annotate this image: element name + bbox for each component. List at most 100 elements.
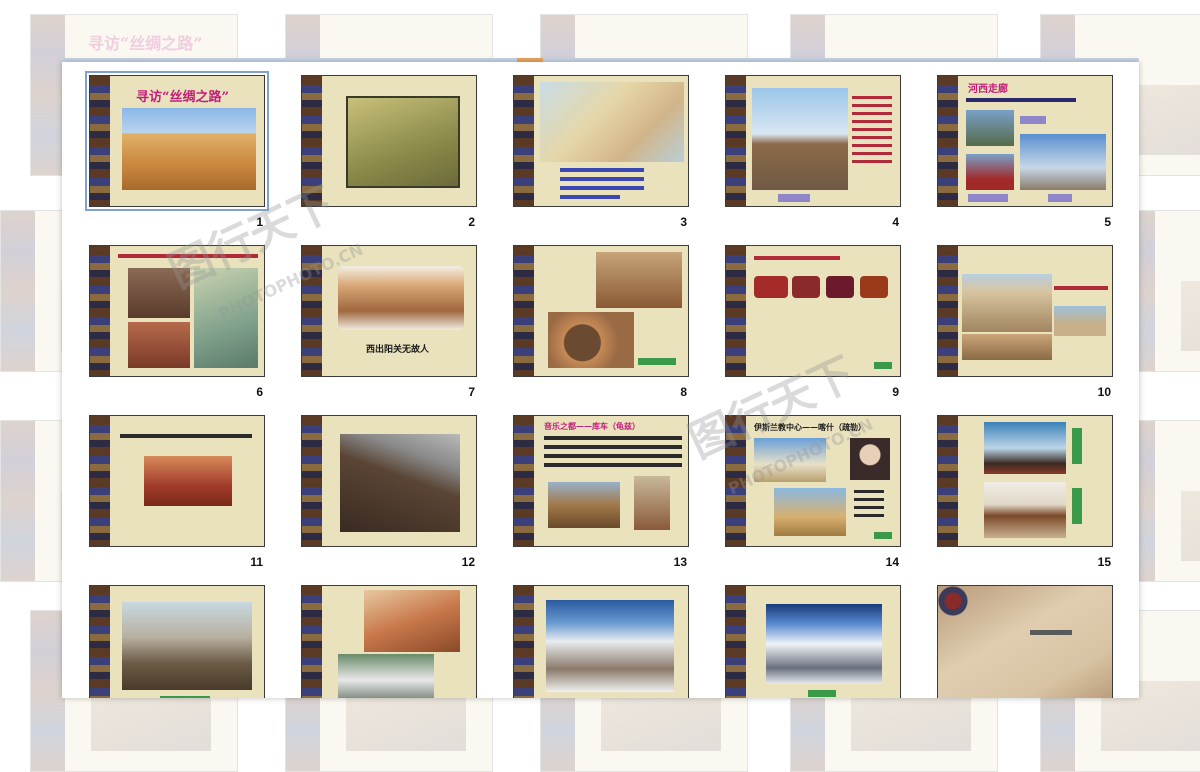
text-line bbox=[118, 254, 258, 258]
slide-number: 9 bbox=[892, 385, 899, 399]
slide-thumbnail-15[interactable]: 15 bbox=[937, 415, 1127, 585]
slide-number: 7 bbox=[468, 385, 475, 399]
text-line bbox=[544, 445, 682, 449]
ornamental-border bbox=[90, 416, 110, 546]
slide-number: 12 bbox=[461, 555, 475, 569]
ornamental-border bbox=[302, 416, 322, 546]
caption-tag bbox=[874, 532, 892, 539]
slide-thumbnail-3[interactable]: 3 bbox=[513, 75, 703, 245]
mosque-photo bbox=[754, 438, 826, 482]
slide-number: 4 bbox=[892, 215, 899, 229]
slide-thumbnail-4[interactable]: 4 bbox=[725, 75, 915, 245]
photo bbox=[966, 110, 1014, 146]
slide-thumbnail-5[interactable]: 河西走廊 5 bbox=[937, 75, 1127, 245]
ghost-title: 寻访“丝绸之路” bbox=[88, 34, 203, 53]
slide-canvas bbox=[937, 415, 1113, 547]
slide-canvas bbox=[937, 245, 1113, 377]
map-text-line bbox=[560, 186, 644, 190]
slide-thumbnail-9[interactable]: 9 bbox=[725, 245, 915, 415]
minaret-photo bbox=[122, 602, 252, 690]
slide-thumbnail-14[interactable]: 伊斯兰教中心——喀什（疏勒） 14 bbox=[725, 415, 915, 585]
slide-thumbnail-19[interactable]: 19 bbox=[725, 585, 915, 698]
slide-number: 13 bbox=[673, 555, 687, 569]
jade-photo bbox=[826, 276, 854, 298]
ornamental-border bbox=[938, 246, 958, 376]
slide-thumbnail-12[interactable]: 12 bbox=[301, 415, 491, 585]
slide-number: 2 bbox=[468, 215, 475, 229]
slide-thumbnail-10[interactable]: 10 bbox=[937, 245, 1127, 415]
portrait-photo bbox=[850, 438, 890, 480]
canyon-photo bbox=[364, 590, 460, 652]
slide-title: 伊斯兰教中心——喀什（疏勒） bbox=[754, 422, 866, 432]
text-line bbox=[544, 436, 682, 440]
photo bbox=[1054, 306, 1106, 336]
slide-canvas bbox=[89, 415, 265, 547]
slide-thumbnail-16[interactable]: 16 bbox=[89, 585, 279, 698]
idkah-mosque-photo bbox=[774, 488, 846, 536]
caption-tag bbox=[1072, 428, 1082, 464]
caption-tag bbox=[638, 358, 676, 365]
slide-thumbnail-1[interactable]: 寻访“丝绸之路” 1 bbox=[85, 71, 279, 245]
caption-tag bbox=[808, 690, 836, 697]
slide-thumbnail-7[interactable]: 西出阳关无故人 7 bbox=[301, 245, 491, 415]
waterfall-photo bbox=[338, 654, 434, 698]
slide-canvas bbox=[725, 585, 901, 698]
slide-title: 河西走廊 bbox=[968, 84, 1008, 95]
slide-canvas bbox=[937, 585, 1113, 698]
desert-camel-photo bbox=[122, 108, 256, 190]
ornamental-border bbox=[90, 76, 110, 206]
caption-tag bbox=[1048, 194, 1072, 202]
ornamental-border bbox=[514, 586, 534, 698]
map-text-line bbox=[560, 195, 620, 199]
caption-tag bbox=[1072, 488, 1082, 524]
slide-number: 6 bbox=[256, 385, 263, 399]
slide-number: 10 bbox=[1097, 385, 1111, 399]
ornamental-border bbox=[514, 76, 534, 206]
caption-tag bbox=[874, 362, 892, 369]
slide-number: 14 bbox=[885, 555, 899, 569]
slide-thumbnail-11[interactable]: 11 bbox=[89, 415, 279, 585]
slide-number: 1 bbox=[256, 215, 263, 229]
ruins-photo bbox=[548, 482, 620, 528]
slide-sorter-window: 寻访“丝绸之路” 1 2 3 4 河西走廊 5 6 西出阳关无故人 7 8 9 … bbox=[62, 62, 1139, 698]
slide-thumbnail-17[interactable]: 17 bbox=[301, 585, 491, 698]
ornamental-border bbox=[90, 246, 110, 376]
statue-photo bbox=[634, 476, 670, 530]
slide-canvas bbox=[513, 585, 689, 698]
caption-tag bbox=[1020, 116, 1046, 124]
slide-number: 3 bbox=[680, 215, 687, 229]
slide-thumbnail-20[interactable]: 20 bbox=[937, 585, 1127, 698]
slide-thumbnail-6[interactable]: 6 bbox=[89, 245, 279, 415]
cave-photo bbox=[128, 268, 190, 318]
caption-tag bbox=[778, 194, 810, 202]
map-text-line bbox=[560, 168, 644, 172]
ornament bbox=[938, 586, 988, 616]
caption-tag bbox=[968, 194, 1008, 202]
slide-title: 寻访“丝绸之路” bbox=[136, 90, 229, 105]
yangguan-photo bbox=[338, 266, 464, 330]
photo bbox=[966, 154, 1014, 190]
slide-canvas: 寻访“丝绸之路” bbox=[85, 71, 269, 211]
slide-canvas bbox=[725, 75, 901, 207]
text-line bbox=[1030, 630, 1072, 635]
yadan-photo bbox=[962, 274, 1052, 332]
snow-mountain-yurt-photo bbox=[546, 600, 674, 692]
tianshan-photo bbox=[766, 604, 882, 684]
slide-number: 15 bbox=[1097, 555, 1111, 569]
jade-photo bbox=[792, 276, 820, 298]
mountain-photo bbox=[340, 434, 460, 532]
slide-canvas bbox=[725, 245, 901, 377]
ornamental-border bbox=[726, 416, 746, 546]
slide-thumbnail-8[interactable]: 8 bbox=[513, 245, 703, 415]
ornamental-border bbox=[938, 76, 958, 206]
text-block bbox=[852, 96, 892, 166]
slide-title: 音乐之都——库车（龟兹） bbox=[544, 421, 640, 431]
slide-thumbnail-13[interactable]: 音乐之都——库车（龟兹） 13 bbox=[513, 415, 703, 585]
map-text-line bbox=[560, 177, 644, 181]
slide-canvas bbox=[513, 75, 689, 207]
slide-thumbnail-2[interactable]: 2 bbox=[301, 75, 491, 245]
text-line bbox=[544, 454, 682, 458]
text-line bbox=[966, 98, 1076, 102]
ruins-photo bbox=[596, 252, 682, 308]
slide-thumbnail-18[interactable]: 18 bbox=[513, 585, 703, 698]
